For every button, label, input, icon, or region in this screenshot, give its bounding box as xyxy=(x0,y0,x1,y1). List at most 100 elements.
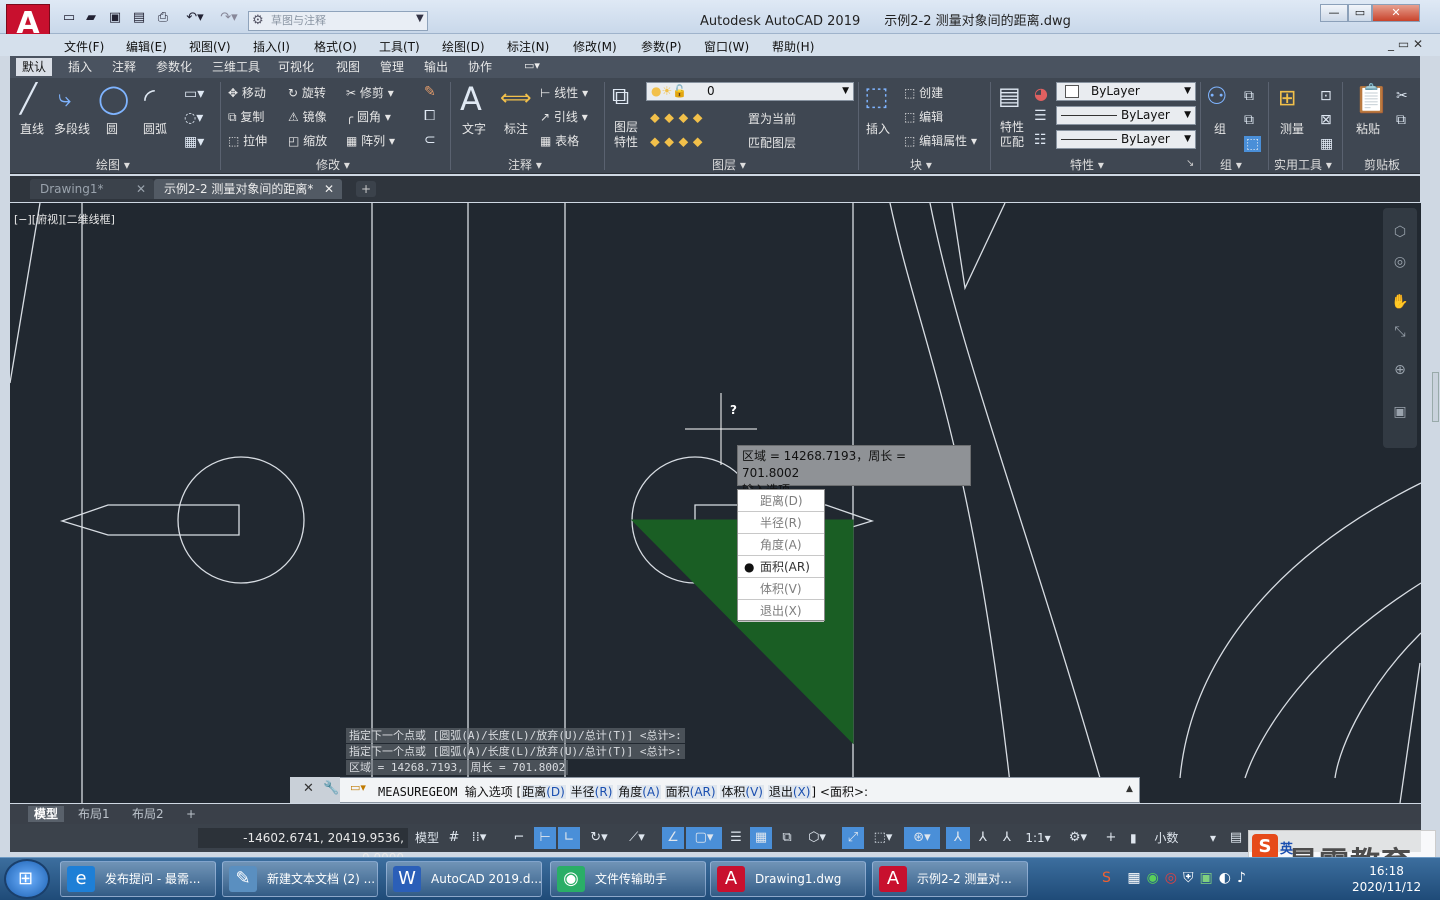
object-snap-tracking-icon[interactable]: ∠ xyxy=(662,827,684,849)
close-icon[interactable]: ✕ xyxy=(303,781,314,796)
dyn-menu-item[interactable]: 退出(X) xyxy=(738,600,824,622)
lineweight-dropdown[interactable]: ByLayer ▼ xyxy=(1056,130,1196,149)
layer-properties-button[interactable]: 图层 特性 xyxy=(614,120,638,150)
paste-icon[interactable]: 📋 xyxy=(1354,82,1389,115)
taskbar-button[interactable]: W AutoCAD 2019.d... xyxy=(386,861,542,897)
properties-panel-title[interactable]: 特性 ▾ xyxy=(1070,156,1104,174)
text-button[interactable]: 文字 xyxy=(462,120,486,137)
match-layer-button[interactable]: 匹配图层 xyxy=(748,134,796,151)
undo-icon[interactable]: ↶▾ xyxy=(180,10,210,26)
command-prompt[interactable]: MEASUREGEOM 输入选项 [距离(D) 半径(R) 角度(A) 面积(A… xyxy=(378,783,868,800)
scale-button[interactable]: ◰ 缩放 xyxy=(288,132,327,149)
zoom-icon[interactable]: ⤡ xyxy=(1390,324,1410,346)
orbit-icon[interactable]: ⊕ xyxy=(1390,362,1410,384)
panel-expand-icon[interactable]: ↘ xyxy=(1186,158,1194,169)
edit-block-button[interactable]: ⬚ 编辑 xyxy=(904,108,943,125)
command-option[interactable]: 半径(R) xyxy=(569,785,614,799)
menu-item[interactable]: 文件(F) xyxy=(64,38,104,55)
gizmo-icon[interactable]: ⊛▾ xyxy=(904,827,940,849)
command-option[interactable]: 退出(X) xyxy=(767,785,812,799)
steering-wheel-icon[interactable]: ◎ xyxy=(1390,254,1410,276)
ribbon-tab[interactable]: 三维工具 xyxy=(206,58,266,76)
infer-constraints-icon[interactable]: ⌐ xyxy=(508,827,530,849)
polar-tracking-icon[interactable]: ↻▾ xyxy=(582,827,616,849)
leader-button[interactable]: ↗ 引线 ▾ xyxy=(540,108,588,125)
menu-item[interactable]: 帮助(H) xyxy=(772,38,814,55)
command-option[interactable]: 面积(AR) xyxy=(664,785,717,799)
workspace-combo[interactable]: 草图与注释 xyxy=(248,11,428,31)
dynamic-input-icon[interactable]: ⊢ xyxy=(534,827,556,849)
measure-button[interactable]: 测量 xyxy=(1280,120,1304,137)
units-dropdown[interactable]: ▮ 小数 ▾ xyxy=(1130,827,1220,849)
menu-item[interactable]: 绘图(D) xyxy=(442,38,485,55)
coordinate-readout[interactable]: -14602.6741, 20419.9536, 0.0000 xyxy=(198,828,408,865)
modify-panel-title[interactable]: 修改 ▾ xyxy=(316,156,350,174)
recent-commands-icon[interactable]: ▭▾ xyxy=(350,781,366,794)
command-option[interactable]: 角度(A) xyxy=(617,785,661,799)
ribbon-tab[interactable]: 协作 xyxy=(462,58,498,76)
stretch-button[interactable]: ⬚ 拉伸 xyxy=(228,132,267,149)
ribbon-tab[interactable]: 默认 xyxy=(16,58,53,76)
utilities-tools-icon[interactable]: ⊡ ⊠ ▦ xyxy=(1320,84,1333,156)
erase-icon[interactable]: ✎ xyxy=(424,84,436,100)
grid-icon[interactable]: # xyxy=(444,827,464,849)
tab-model[interactable]: 模型 xyxy=(28,806,65,822)
group-icon[interactable]: ⚇ xyxy=(1206,82,1228,110)
save-as-icon[interactable]: ▤ xyxy=(130,10,148,26)
auto-scale-icon[interactable]: ⅄ xyxy=(972,827,994,849)
dimension-icon[interactable]: ⟺ xyxy=(500,86,532,111)
menu-item[interactable]: 参数(P) xyxy=(641,38,682,55)
ribbon-tab[interactable]: 可视化 xyxy=(272,58,320,76)
quick-properties-icon[interactable]: ▤ xyxy=(1226,827,1246,849)
measure-icon[interactable]: ⊞ xyxy=(1278,86,1296,111)
gradient-icon[interactable]: ▦▾ xyxy=(184,134,204,150)
selection-cycling-icon[interactable]: ⧉ xyxy=(776,827,798,849)
dyn-menu-item[interactable]: 距离(D) xyxy=(738,490,824,512)
annotation-scale-dropdown[interactable]: 1:1▾ xyxy=(1020,827,1056,849)
ribbon-tab[interactable]: 注释 xyxy=(106,58,142,76)
taskbar-button[interactable]: ◉ 文件传输助手 xyxy=(550,861,706,897)
insert-block-button[interactable]: 插入 xyxy=(866,120,890,137)
clipboard-tools-icon[interactable]: ✂ ⧉ xyxy=(1396,84,1408,132)
menu-item[interactable]: 编辑(E) xyxy=(126,38,167,55)
pan-icon[interactable]: ✋ xyxy=(1390,294,1410,316)
move-button[interactable]: ✥ 移动 xyxy=(228,84,266,101)
array-button[interactable]: ▦ 阵列 ▾ xyxy=(346,132,395,149)
arc-button[interactable]: 圆弧 xyxy=(143,120,167,137)
save-icon[interactable]: ▣ xyxy=(106,10,124,26)
match-properties-icon[interactable]: ▤ xyxy=(998,82,1021,110)
draw-panel-title[interactable]: 绘图 ▾ xyxy=(96,156,130,174)
menu-item[interactable]: 修改(M) xyxy=(573,38,617,55)
clipboard-panel-title[interactable]: 剪贴板 xyxy=(1364,156,1400,174)
add-layout-button[interactable]: + xyxy=(180,806,202,822)
layer-dropdown[interactable]: ●☀🔓 0 ▼ xyxy=(646,82,854,101)
layer-tools-icon[interactable]: ⬥ ⬥ ⬥ ⬥ xyxy=(650,110,703,126)
edit-attribute-button[interactable]: ⬚ 编辑属性 ▾ xyxy=(904,132,977,149)
open-file-icon[interactable]: ▰ xyxy=(82,10,100,26)
annotation-monitor-icon[interactable]: + xyxy=(1100,827,1122,849)
redo-icon[interactable]: ↷▾ xyxy=(214,10,244,26)
circle-icon[interactable]: ◯ xyxy=(98,82,129,115)
match-properties-button[interactable]: 特性 匹配 xyxy=(1000,120,1024,150)
annotation-visibility-icon[interactable]: ⅄ xyxy=(946,827,970,849)
customize-icon[interactable]: 🔧 xyxy=(323,781,339,796)
tab-layout2[interactable]: 布局2 xyxy=(126,806,170,822)
ribbon-tab[interactable]: 插入 xyxy=(62,58,98,76)
viewport-controls[interactable]: [−][俯视][二维线框] xyxy=(14,211,115,227)
paste-button[interactable]: 粘贴 xyxy=(1356,120,1380,137)
dyn-menu-item[interactable]: 半径(R) xyxy=(738,512,824,534)
new-file-icon[interactable]: ▭ xyxy=(60,10,78,26)
explode-icon[interactable]: ⧠ xyxy=(424,108,435,124)
doc-tab-current[interactable]: 示例2-2 测量对象间的距离* ✕ xyxy=(154,179,342,199)
mirror-button[interactable]: ⚠ 镜像 xyxy=(288,108,327,125)
linetype-dropdown[interactable]: ByLayer ▼ xyxy=(1056,106,1196,125)
dimension-button[interactable]: 标注 xyxy=(504,120,528,137)
new-tab-button[interactable]: + xyxy=(356,181,376,197)
close-icon[interactable]: ✕ xyxy=(324,179,334,199)
close-button[interactable]: ✕ xyxy=(1372,4,1420,22)
chevron-up-icon[interactable]: ▲ xyxy=(1126,784,1133,794)
group-tools-icon[interactable]: ⧉ ⧉ ⬚ xyxy=(1244,84,1262,156)
object-snap-icon[interactable]: ▢▾ xyxy=(686,827,722,849)
ribbon-toggle-icon[interactable]: ▭▾ xyxy=(524,59,540,72)
annotation-scale-icon[interactable]: ⅄ xyxy=(996,827,1018,849)
